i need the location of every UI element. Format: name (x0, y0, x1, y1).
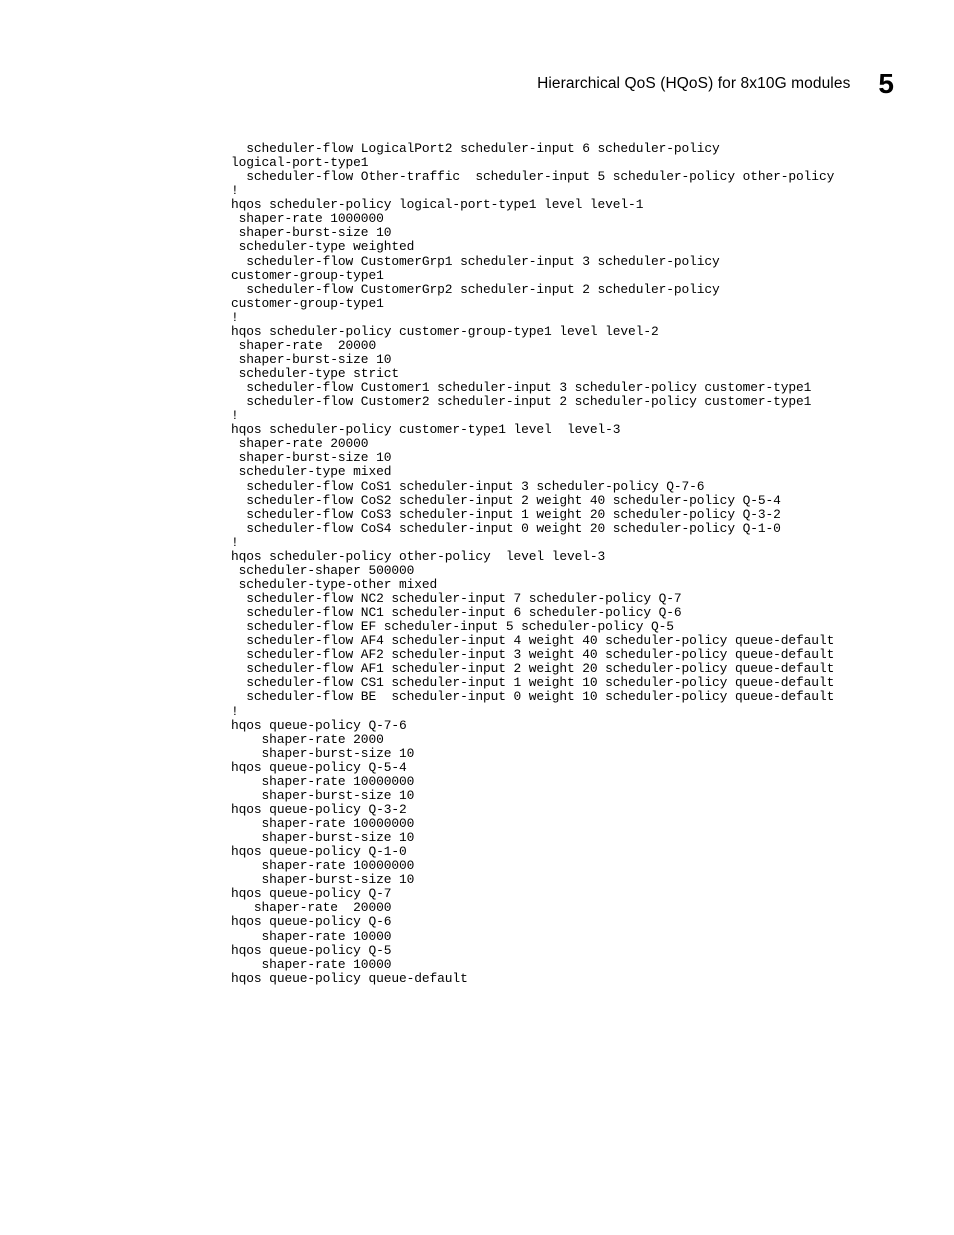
header-title: Hierarchical QoS (HQoS) for 8x10G module… (537, 75, 850, 93)
chapter-number: 5 (878, 70, 894, 98)
config-code-block: scheduler-flow LogicalPort2 scheduler-in… (76, 142, 894, 986)
document-page: Hierarchical QoS (HQoS) for 8x10G module… (0, 0, 954, 1235)
page-header: Hierarchical QoS (HQoS) for 8x10G module… (76, 70, 894, 98)
